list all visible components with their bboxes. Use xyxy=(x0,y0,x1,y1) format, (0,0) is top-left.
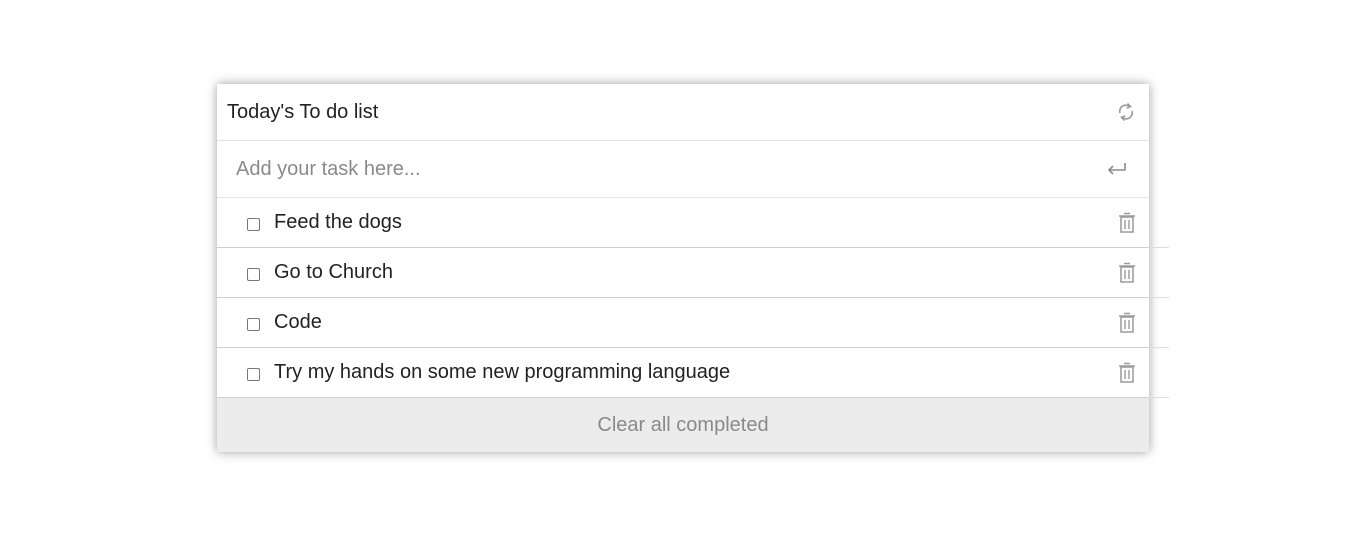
enter-icon[interactable] xyxy=(1105,158,1129,180)
task-list: Feed the dogs Go to Church Code Try my h… xyxy=(217,198,1169,398)
task-checkbox[interactable] xyxy=(247,267,260,281)
refresh-icon[interactable] xyxy=(1115,101,1137,123)
trash-icon[interactable] xyxy=(1117,212,1137,234)
trash-icon[interactable] xyxy=(1117,362,1137,384)
todo-header: Today's To do list xyxy=(217,84,1149,141)
task-checkbox[interactable] xyxy=(247,217,260,231)
task-label: Try my hands on some new programming lan… xyxy=(274,361,731,383)
list-item: Try my hands on some new programming lan… xyxy=(217,348,1169,398)
trash-icon[interactable] xyxy=(1117,262,1137,284)
list-item: Feed the dogs xyxy=(217,198,1169,248)
trash-icon[interactable] xyxy=(1117,312,1137,334)
task-checkbox[interactable] xyxy=(247,367,260,381)
task-label: Feed the dogs xyxy=(274,211,402,233)
todo-card: Today's To do list Feed the dogs xyxy=(217,84,1169,452)
task-label: Code xyxy=(274,311,322,333)
clear-completed-button[interactable]: Clear all completed xyxy=(217,398,1149,452)
page-title: Today's To do list xyxy=(227,100,379,123)
list-item: Go to Church xyxy=(217,248,1169,298)
add-task-input[interactable] xyxy=(236,157,1105,181)
clear-completed-label: Clear all completed xyxy=(597,413,769,436)
task-label: Go to Church xyxy=(274,261,393,283)
task-checkbox[interactable] xyxy=(247,317,260,331)
list-item: Code xyxy=(217,298,1169,348)
add-task-row xyxy=(217,141,1149,198)
